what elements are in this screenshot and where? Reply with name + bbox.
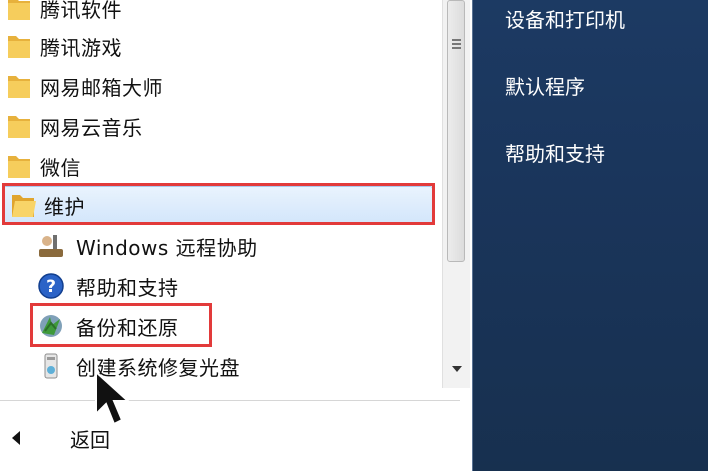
folder-icon xyxy=(8,0,30,20)
start-menu: 腾讯软件 腾讯游戏 网易邮箱大师 网易云音乐 微信 维护 Windows 远程协… xyxy=(0,0,708,471)
scroll-grip-icon xyxy=(452,39,461,49)
programs-list-panel: 腾讯软件 腾讯游戏 网易邮箱大师 网易云音乐 微信 维护 Windows 远程协… xyxy=(0,0,472,471)
back-button[interactable]: 返回 xyxy=(0,420,300,456)
folder-label: 网易云音乐 xyxy=(40,115,143,140)
folder-icon xyxy=(8,116,30,138)
folder-netease-mail-master[interactable]: 网易邮箱大师 xyxy=(0,66,440,106)
menu-item-label: 备份和还原 xyxy=(76,315,179,340)
folder-label: 腾讯游戏 xyxy=(40,35,122,60)
folder-label: 网易邮箱大师 xyxy=(40,75,163,100)
divider xyxy=(0,400,460,401)
folder-open-icon xyxy=(12,195,36,217)
help-icon: ? xyxy=(38,273,64,299)
svg-text:?: ? xyxy=(46,277,56,297)
start-menu-right-panel: 设备和打印机 默认程序 帮助和支持 xyxy=(472,0,708,471)
folder-label: 维护 xyxy=(44,194,85,219)
folder-wechat[interactable]: 微信 xyxy=(0,146,440,186)
folder-tencent-software[interactable]: 腾讯软件 xyxy=(0,0,440,28)
right-item-default-programs[interactable]: 默认程序 xyxy=(505,71,585,100)
folder-icon xyxy=(8,36,30,58)
right-item-help-and-support[interactable]: 帮助和支持 xyxy=(505,138,605,167)
backup-restore-icon xyxy=(40,315,62,337)
back-arrow-icon xyxy=(12,431,20,445)
folder-icon xyxy=(8,76,30,98)
folder-maintenance[interactable]: 维护 xyxy=(3,186,433,224)
repair-disc-icon xyxy=(44,353,58,379)
menu-item-help-and-support[interactable]: ? 帮助和支持 xyxy=(0,266,440,306)
scroll-down-arrow-icon[interactable] xyxy=(452,366,462,372)
menu-item-backup-and-restore[interactable]: 备份和还原 xyxy=(0,306,440,346)
mouse-cursor-icon xyxy=(95,370,131,426)
menu-item-label: 帮助和支持 xyxy=(76,275,179,300)
remote-assistance-icon xyxy=(39,235,63,257)
folder-label: 微信 xyxy=(40,155,81,180)
folder-tencent-games[interactable]: 腾讯游戏 xyxy=(0,26,440,66)
folder-netease-cloud-music[interactable]: 网易云音乐 xyxy=(0,106,440,146)
folder-icon xyxy=(8,156,30,178)
scrollbar-thumb[interactable] xyxy=(447,0,465,262)
menu-item-windows-remote-assistance[interactable]: Windows 远程协助 xyxy=(0,226,440,266)
menu-item-label: Windows 远程协助 xyxy=(76,235,258,260)
right-item-devices-and-printers[interactable]: 设备和打印机 xyxy=(505,4,625,33)
menu-item-create-system-repair-disc[interactable]: 创建系统修复光盘 xyxy=(0,346,440,386)
folder-label: 腾讯软件 xyxy=(40,0,122,22)
scrollbar[interactable] xyxy=(442,0,470,388)
